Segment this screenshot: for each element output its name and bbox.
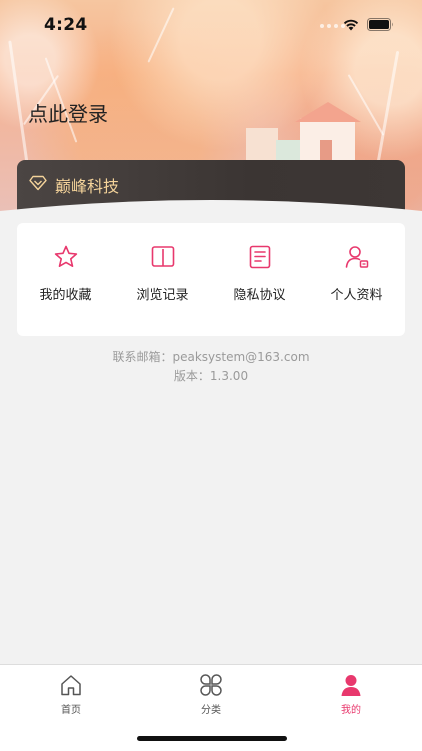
wifi-icon [343, 19, 359, 31]
tab-label: 首页 [61, 705, 81, 716]
menu-card: 我的收藏 浏览记录 隐私协议 个人资料 [17, 223, 405, 336]
document-icon [249, 245, 270, 269]
contact-email: 联系邮箱：peaksystem@163.com [112, 350, 310, 364]
menu-item-profile[interactable]: 个人资料 [308, 223, 405, 336]
contact-info: 联系邮箱：peaksystem@163.com 版本：1.3.00 [0, 348, 422, 386]
profile-icon [341, 675, 361, 696]
tab-home[interactable]: 首页 [31, 671, 111, 721]
menu-label: 浏览记录 [136, 288, 189, 303]
status-bar: 4:24 [0, 0, 422, 52]
tab-mine[interactable]: 我的 [311, 671, 391, 721]
menu-item-favorites[interactable]: 我的收藏 [17, 223, 114, 336]
menu-label: 个人资料 [330, 288, 383, 303]
book-icon [151, 246, 174, 267]
user-card-icon [345, 246, 368, 268]
menu-item-history[interactable]: 浏览记录 [114, 223, 211, 336]
category-icon [200, 674, 222, 696]
app-version: 版本：1.3.00 [173, 369, 249, 383]
tab-category[interactable]: 分类 [171, 671, 251, 721]
home-icon [61, 675, 81, 696]
menu-item-privacy[interactable]: 隐私协议 [211, 223, 308, 336]
diamond-icon [29, 175, 47, 191]
tab-label: 分类 [201, 705, 221, 716]
status-time: 4:24 [44, 15, 88, 35]
menu-label: 我的收藏 [39, 288, 92, 303]
vip-label: 巅峰科技 [55, 177, 120, 196]
login-link[interactable]: 点此登录 [28, 98, 108, 127]
menu-label: 隐私协议 [233, 288, 286, 303]
home-indicator [137, 736, 287, 741]
header-curve [0, 200, 422, 225]
battery-icon [367, 18, 393, 31]
tab-label: 我的 [341, 705, 361, 716]
star-icon [54, 245, 77, 267]
